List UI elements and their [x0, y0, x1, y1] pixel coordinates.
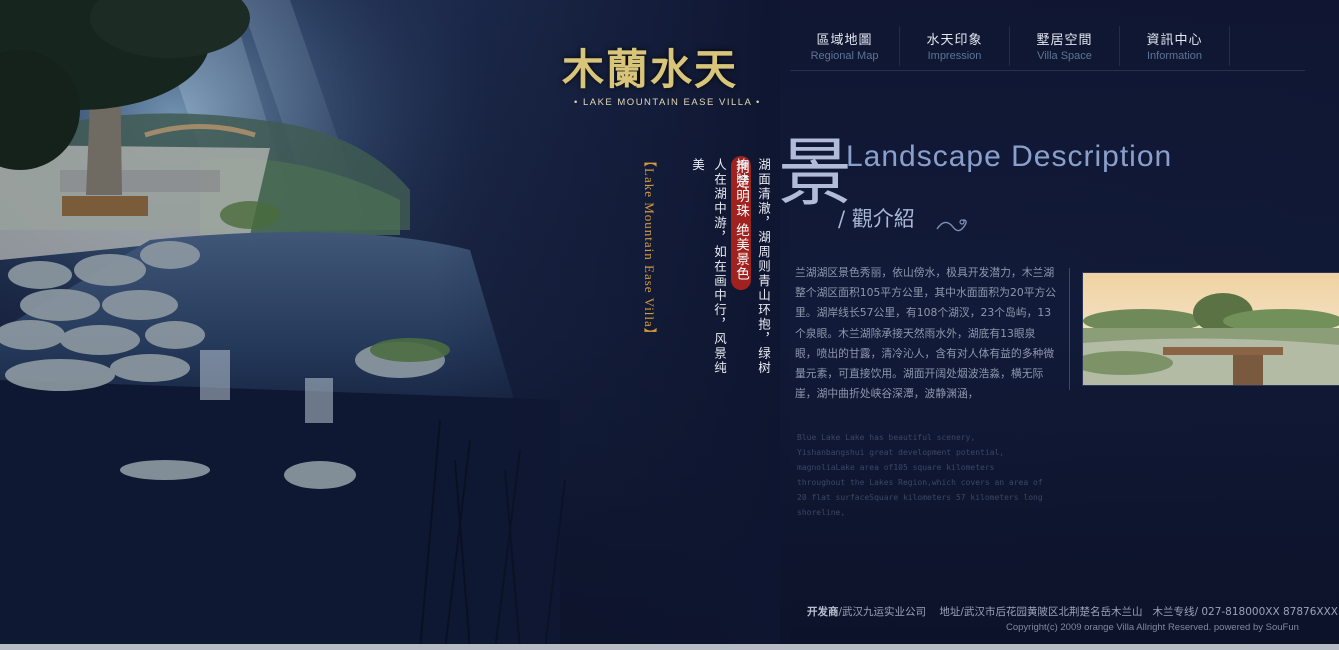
nav-regional-map[interactable]: 區域地圖 Regional Map — [790, 26, 900, 66]
nav-label-en: Impression — [927, 50, 982, 62]
developer-name: /武汉九运实业公司 — [838, 606, 927, 618]
section-description: 兰湖湖区景色秀丽，依山傍水，极具开发潜力，木兰湖整个湖区面积105平方公里，其中… — [795, 266, 1057, 401]
nav-label-cn: 資訊中心 — [1146, 33, 1203, 48]
developer-label: 开发商 — [807, 606, 839, 618]
poem-line: 人在湖中游，如在画中行，风景纯美 — [690, 158, 727, 376]
nav-impression[interactable]: 水天印象 Impression — [900, 26, 1010, 66]
bottom-bar — [0, 644, 1339, 650]
nav-label-en: Villa Space — [1037, 50, 1092, 62]
logo-title: 木蘭水天 — [562, 45, 739, 94]
hotline: 木兰专线/ 027-818000XX 87876XXX — [1152, 606, 1338, 618]
main-nav: 區域地圖 Regional Map 水天印象 Impression 墅居空間 V… — [790, 26, 1230, 66]
nav-divider — [790, 70, 1305, 71]
section-description-en: Blue Lake Lake has beautiful scenery, Yi… — [797, 433, 1043, 517]
nav-label-cn: 墅居空間 — [1036, 33, 1093, 48]
nav-information[interactable]: 資訊中心 Information — [1120, 26, 1230, 66]
nav-label-en: Regional Map — [810, 50, 879, 62]
vertical-divider — [1069, 268, 1070, 390]
logo-subtitle: • LAKE MOUNTAIN EASE VILLA • — [574, 97, 761, 108]
section-title-en: Landscape Description — [846, 140, 1173, 173]
lake-photo[interactable] — [1082, 272, 1339, 386]
slogan-poem: 湖面清澈，湖周则青山环抱，绿树掩映， 人在湖中游，如在画中行，风景纯美 — [686, 158, 774, 378]
nav-villa-space[interactable]: 墅居空間 Villa Space — [1010, 26, 1120, 66]
slogan-english: 【Lake Mountain Ease Villa】 — [642, 154, 657, 342]
footer-info: 开发商/武汉九运实业公司 地址/武汉市后花园黄陂区北荆楚名岳木兰山 木兰专线/ … — [807, 604, 1338, 619]
nav-label-cn: 區域地圖 — [816, 33, 873, 48]
nav-label-cn: 水天印象 — [926, 33, 983, 48]
address: 地址/武汉市后花园黄陂区北荆楚名岳木兰山 — [939, 606, 1143, 618]
copyright: Copyright(c) 2009 orange Villa Allright … — [1006, 622, 1299, 633]
nav-label-en: Information — [1146, 50, 1203, 62]
section-title-cn: / 觀介紹 — [838, 207, 915, 231]
poem-line: 湖面清澈，湖周则青山环抱，绿树掩映， — [734, 158, 771, 376]
logo[interactable]: 木蘭水天 • LAKE MOUNTAIN EASE VILLA • — [562, 36, 772, 116]
page: 區域地圖 Regional Map 水天印象 Impression 墅居空間 V… — [0, 0, 1339, 650]
swirl-ornament-icon — [936, 219, 967, 232]
section-big-character: 景 — [778, 130, 852, 216]
